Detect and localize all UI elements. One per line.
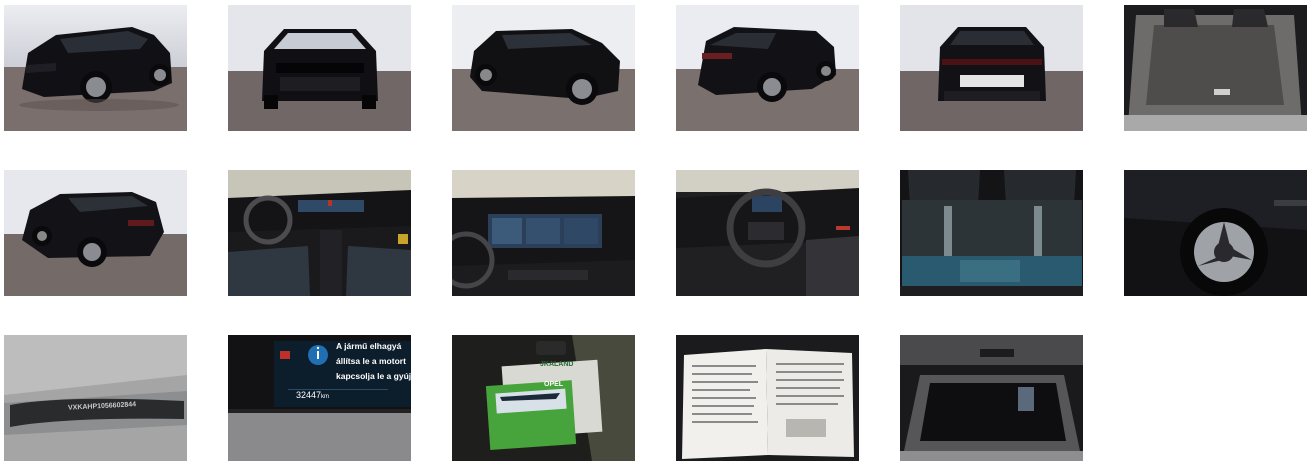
warning-message-line-1: A jármű elhagyá: [336, 341, 402, 351]
thumbnail-rear-exterior[interactable]: [900, 5, 1083, 131]
brochure-header-text: JKALAND: [540, 361, 574, 368]
thumbnail-spare-tire-compartment[interactable]: [900, 335, 1083, 461]
thumbnail-vin-plate[interactable]: VXKAHP1056602844: [4, 335, 187, 461]
photo-gallery: VXKAHP1056602844 A jármű elhagyá állítsa…: [0, 0, 1308, 462]
warning-message-line-3: kapcsolja le a gyújt: [336, 371, 411, 381]
mileage-readout: 32447km: [296, 390, 329, 400]
mileage-unit: km: [321, 394, 330, 400]
brochure-brand-text: OPEL: [544, 381, 564, 388]
thumbnail-infotainment-screen[interactable]: [452, 170, 635, 296]
thumbnail-rear-seats[interactable]: [900, 170, 1083, 296]
thumbnail-rear-left-exterior[interactable]: [676, 5, 859, 131]
thumbnail-front-exterior[interactable]: [228, 5, 411, 131]
thumbnail-trunk-cargo[interactable]: [1124, 5, 1307, 131]
gallery-row-3: VXKAHP1056602844 A jármű elhagyá állítsa…: [4, 335, 1083, 461]
gallery-row-1: [4, 5, 1307, 131]
thumbnail-steering-wheel[interactable]: [676, 170, 859, 296]
gallery-row-2: [4, 170, 1307, 296]
thumbnail-odometer-display[interactable]: A jármű elhagyá állítsa le a motort kapc…: [228, 335, 411, 461]
thumbnail-service-booklet[interactable]: [676, 335, 859, 461]
thumbnail-front-right-exterior[interactable]: [452, 5, 635, 131]
warning-message-line-2: állítsa le a motort: [336, 356, 406, 366]
thumbnail-keys-and-brochure[interactable]: JKALAND OPEL: [452, 335, 635, 461]
mileage-value: 32447: [296, 390, 322, 400]
thumbnail-front-left-exterior[interactable]: [4, 5, 187, 131]
thumbnail-wheel-rim[interactable]: [1124, 170, 1307, 296]
thumbnail-interior-dashboard[interactable]: [228, 170, 411, 296]
thumbnail-rear-three-quarter-exterior[interactable]: [4, 170, 187, 296]
